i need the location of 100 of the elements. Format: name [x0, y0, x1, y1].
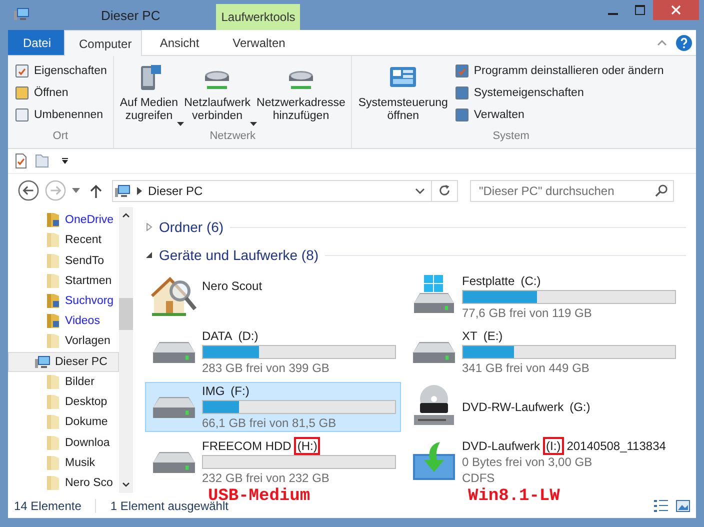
drive-name: DATA [202, 329, 232, 343]
collapsed-triangle-icon [145, 223, 153, 231]
tree-item[interactable]: Suchvorg [8, 290, 119, 312]
tree-item[interactable]: Bilder [8, 372, 119, 392]
history-caret-icon[interactable] [72, 188, 80, 193]
ribbon-group-label: System [492, 130, 530, 144]
tree-item[interactable]: Downloa [8, 432, 119, 453]
drive-name: Festplatte [462, 274, 515, 288]
drive-tile[interactable]: Festplatte (C:) 77,6 GB frei von 119 GB [405, 272, 681, 322]
ribbon-button[interactable]: Eigenschaften [12, 60, 109, 82]
details-view-icon[interactable] [654, 498, 668, 512]
ribbon-group-label: Netzwerk [208, 130, 257, 144]
drive-name: FREECOM HDD [202, 439, 292, 453]
tiles-view-icon[interactable] [676, 498, 690, 512]
ribbon-button[interactable]: Systemeigenschaften [452, 82, 666, 104]
caret-icon [177, 122, 184, 126]
minimize-icon [608, 12, 618, 14]
tree-item[interactable]: Musik [8, 452, 119, 473]
drive-tile[interactable]: XT (E:) 341 GB frei von 449 GB [405, 327, 681, 377]
drive-tile[interactable]: Nero Scout [145, 272, 401, 322]
tree-item[interactable]: Nero Sco [8, 472, 119, 493]
customize-toolbar-icon[interactable] [61, 157, 69, 165]
folder-icon [45, 252, 61, 269]
folder-icon [45, 414, 61, 430]
ribbon-tab[interactable]: Computer [64, 30, 142, 56]
up-arrow-icon[interactable] [90, 184, 102, 198]
drive-letter: (C:) [520, 273, 542, 290]
close-button[interactable] [653, 0, 699, 20]
drive-letter: (E:) [482, 328, 504, 345]
hard-drive-icon [412, 340, 456, 364]
expanded-triangle-icon [145, 251, 153, 259]
free-space-text: 77,6 GB frei von 119 GB [462, 306, 593, 320]
ribbon-button[interactable]: Öffnen [12, 82, 109, 104]
volume-label: 20140508_113834 [566, 439, 666, 453]
ribbon-tab[interactable]: Ansicht [142, 30, 217, 55]
caret-icon [250, 122, 257, 126]
scroll-up-icon[interactable] [122, 213, 130, 218]
free-space-text: 283 GB frei von 399 GB [202, 361, 330, 375]
drive-tile[interactable]: DATA (D:) 283 GB frei von 399 GB [145, 327, 401, 377]
drive-name: Nero Scout [202, 279, 262, 293]
folder-icon [45, 434, 61, 451]
tree-item[interactable]: Vorlagen [8, 331, 119, 352]
computer-icon [14, 6, 30, 22]
drive-letter: (H:) [294, 437, 320, 455]
search-icon[interactable] [655, 184, 668, 196]
tree-item[interactable]: Dokume [8, 412, 119, 432]
folder-icon [45, 454, 61, 471]
ribbon-button[interactable]: Programm deinstallieren oder ändern [452, 60, 666, 82]
context-tab-group: Laufwerktools [216, 4, 300, 30]
hard-drive-icon [152, 396, 196, 418]
tree-item[interactable]: Startmen [8, 270, 119, 291]
dropdown-chevron-icon[interactable] [415, 188, 425, 194]
tree-item[interactable]: SendTo [8, 250, 119, 271]
ribbon-button[interactable]: Netzwerkadresse hinzufügen [254, 60, 348, 130]
small-command-icon [454, 107, 470, 123]
folder-icon[interactable] [34, 153, 50, 169]
search-field[interactable]: "Dieser PC" durchsuchen [470, 180, 674, 202]
drive-name: XT [462, 329, 478, 343]
ribbon-tab[interactable]: Datei [8, 30, 64, 55]
group-header[interactable]: Ordner (6) [145, 213, 686, 241]
tree-item[interactable]: Desktop [8, 392, 119, 412]
scroll-down-icon[interactable] [122, 482, 130, 487]
refresh-button[interactable] [432, 180, 458, 202]
back-icon[interactable] [18, 180, 39, 201]
group-header[interactable]: Geräte und Laufwerke (8) [145, 241, 686, 269]
close-icon [671, 5, 681, 15]
tree-item[interactable]: Videos [8, 311, 119, 332]
drive-letter: (G:) [568, 399, 592, 416]
ribbon-tab[interactable]: Verwalten [217, 30, 301, 55]
breadcrumb-arrow-icon[interactable] [137, 186, 142, 194]
annotation-text: Win8.1-LW [468, 487, 560, 506]
drive-name: DVD-Laufwerk [462, 439, 540, 453]
ribbon-button[interactable]: Netzlaufwerk verbinden [182, 60, 253, 130]
folder-icon [45, 333, 61, 350]
ribbon-button[interactable]: Systemsteuerung öffnen [356, 60, 450, 130]
help-icon[interactable] [676, 34, 692, 50]
free-space-text: 232 GB frei von 232 GB [202, 471, 330, 485]
ribbon-button[interactable]: Verwalten [452, 104, 666, 126]
small-command-icon [454, 63, 470, 79]
address-bar[interactable]: Dieser PC [112, 180, 432, 202]
folder-icon [45, 212, 61, 228]
folder-icon [45, 292, 61, 309]
folder-icon [45, 394, 61, 410]
filesystem-text: CDFS [462, 471, 496, 485]
free-space-text: 0 Bytes frei von 3,00 GB [462, 455, 594, 469]
tree-item[interactable]: OneDrive [8, 210, 119, 230]
tree-item[interactable]: Dieser PC [8, 352, 119, 372]
free-space-text: 66,1 GB frei von 81,5 GB [202, 416, 338, 430]
ribbon-group-label: Ort [52, 130, 70, 144]
tree-item[interactable]: Recent [8, 230, 119, 250]
ribbon-button[interactable]: Umbenennen [12, 104, 109, 126]
drive-tile[interactable]: DVD-RW-Laufwerk (G:) [405, 382, 681, 432]
hard-drive-icon [152, 340, 196, 364]
drive-tile[interactable]: IMG (F:) 66,1 GB frei von 81,5 GB [145, 382, 401, 432]
properties-icon[interactable] [13, 153, 29, 169]
drive-name: IMG [202, 384, 225, 398]
scrollbar-thumb[interactable] [119, 298, 133, 330]
ribbon-button[interactable]: Auf Medien zugreifen [118, 60, 180, 130]
drive-letter: (D:) [237, 328, 260, 345]
small-command-icon [14, 107, 30, 123]
